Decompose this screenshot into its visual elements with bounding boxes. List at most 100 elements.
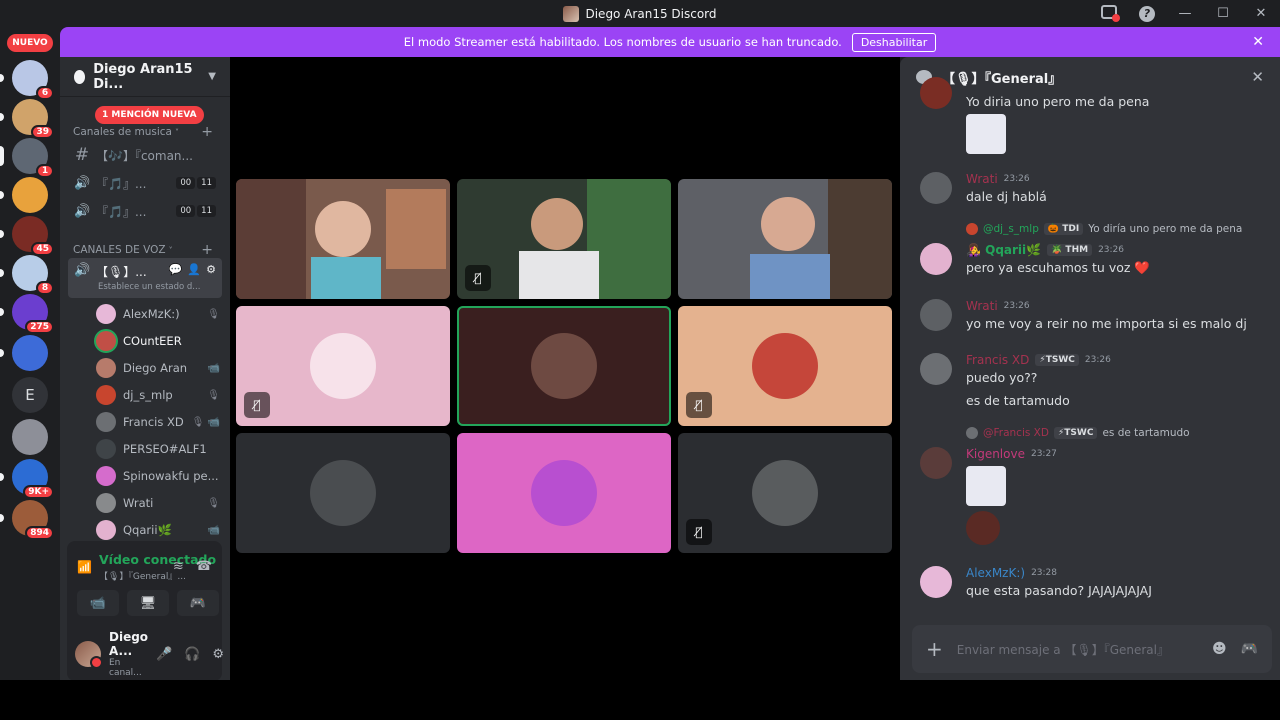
server-icon-11[interactable]: 9K+ [0,459,54,499]
avatar[interactable] [920,172,952,204]
avatar [96,385,116,405]
active-pip [0,146,4,166]
sticker-image[interactable] [966,114,1006,154]
add-channel-icon[interactable]: + [201,124,213,140]
video-tile-avatar-speaking[interactable] [457,306,671,426]
message-input[interactable]: Enviar mensaje a 【🎙】『General』 [957,641,1169,658]
server-icon-2[interactable]: 39 [0,99,54,139]
author-name[interactable]: Wrati [966,299,998,313]
emoji-icon[interactable]: ☻ [1212,641,1227,657]
user-info[interactable]: Diego A... En canal... [109,630,148,678]
microphone-icon[interactable]: 🎤 [156,647,172,662]
inbox-icon[interactable] [1090,4,1128,23]
avatar[interactable] [920,77,952,109]
server-badge: 275 [25,320,54,334]
minimize-button[interactable]: — [1166,6,1204,21]
author-name[interactable]: Francis XD [966,353,1029,367]
channel-voice-music-1[interactable]: 🔊 『🎵』... 00 11 [68,170,222,196]
user-panel: Diego A... En canal... 🎤 🎧 ⚙ [67,629,224,679]
voice-connection-panel: 📶 Vídeo conectado 【🎙】『General』... ≋ ☎ 📹 … [67,541,269,681]
member-row[interactable]: Francis XD 🎙 📹 [96,410,220,434]
member-row[interactable]: COuntEER [96,329,220,353]
headphones-icon[interactable]: 🎧 [184,647,200,662]
author-name[interactable]: Wrati [966,172,998,186]
gear-icon[interactable]: ⚙ [212,647,224,662]
gear-icon[interactable]: ⚙ [206,263,216,276]
server-icon-letter[interactable]: E [12,377,48,413]
disable-streamer-button[interactable]: Deshabilitar [851,32,937,52]
author-name[interactable]: Kigenlove [966,447,1025,461]
server-icon-12[interactable]: 894 [0,500,54,540]
chat-message-reply: @dj_s_mlp 🎃 TDI Yo diría uno pero me da … [920,223,1260,283]
discord-app: Diego Aran15 Discord ? — ☐ ✕ NUEVO 6 39 … [0,0,1280,720]
add-attachment-icon[interactable]: + [926,637,943,661]
reply-preview[interactable]: @dj_s_mlp 🎃 TDI Yo diría uno pero me da … [966,223,1242,235]
guild-header[interactable]: Diego Aran15 Di... ▼ [60,57,230,97]
member-name: Diego Aran [123,361,188,375]
member-row[interactable]: Spinowakfu pe... [96,464,220,488]
reply-author: @Francis XD [983,427,1049,439]
member-row[interactable]: Qqarii🌿 📹 [96,518,220,542]
author-name[interactable]: AlexMzK:) [966,566,1025,580]
member-name: Spinowakfu pe... [123,469,219,483]
member-row[interactable]: AlexMzK:) 🎙 [96,302,220,326]
channel-text-commands[interactable]: # 【🎶】『coman... [68,142,222,168]
video-tile-avatar[interactable]: 🎙̸ [236,306,450,426]
activity-button[interactable]: 🎮 [177,590,219,616]
timestamp: 23:28 [1031,568,1057,578]
server-icon-4[interactable] [0,177,48,213]
category-music[interactable]: Canales de musica ˅ + [73,124,213,140]
server-icon-6[interactable]: 8 [0,255,54,295]
avatar[interactable] [920,243,952,275]
member-row[interactable]: Wrati 🎙 [96,491,220,515]
help-icon[interactable]: ? [1128,5,1166,22]
server-badge: 6 [36,86,54,100]
chat-bubble-icon[interactable]: 💬 [169,263,183,276]
author-name[interactable]: 👩‍🎤 Qqarii🌿 [966,243,1041,257]
channel-voice-general[interactable]: 🔊 【🎙】... 💬 👤 ⚙ Establece un estado d... [68,258,222,298]
server-icon-3[interactable]: 1 [0,138,54,178]
voice-status-text[interactable]: Establece un estado d... [98,282,200,292]
game-controller-icon[interactable]: 🎮 [1241,641,1258,657]
screen-share-button[interactable]: 🖥 [127,590,169,616]
new-mention-pill[interactable]: 1 MENCIÓN NUEVA [95,106,204,124]
emoji-image[interactable] [966,511,1000,545]
close-button[interactable]: ✕ [1242,6,1280,21]
avatar[interactable] [920,566,952,598]
server-icon-5[interactable]: 45 [0,216,54,256]
video-tile-webcam[interactable] [678,179,892,299]
video-tile-webcam[interactable]: 🎙̸ [457,179,671,299]
member-row[interactable]: Diego Aran 📹 [96,356,220,380]
disconnect-icon[interactable]: ☎ [196,559,212,574]
video-tile-avatar[interactable] [457,433,671,553]
video-tile-avatar[interactable] [236,433,450,553]
category-voice[interactable]: CANALES DE VOZ ˅ + [73,242,213,258]
avatar[interactable] [75,641,103,669]
close-icon[interactable]: ✕ [1251,68,1264,86]
channel-voice-music-2[interactable]: 🔊 『🎵』... 00 11 [68,198,222,224]
video-tile-avatar[interactable]: 🎙̸ [678,433,892,553]
add-user-icon[interactable]: 👤 [187,263,201,276]
member-row[interactable]: PERSEO#ALF1 [96,437,220,461]
server-icon-10[interactable] [12,419,48,455]
server-icon-1[interactable]: 6 [0,60,54,100]
video-tile-avatar[interactable]: 🎙̸ [678,306,892,426]
noise-suppression-icon[interactable]: ≋ [173,559,184,574]
close-icon[interactable]: ✕ [1252,34,1264,50]
message-header: AlexMzK:) 23:28 [966,566,1260,580]
new-badge[interactable]: NUEVO [7,34,53,52]
maximize-button[interactable]: ☐ [1204,6,1242,21]
avatar[interactable] [920,447,952,479]
reply-preview[interactable]: @Francis XD ⚡TSWC es de tartamudo [966,427,1190,439]
camera-button[interactable]: 📹 [77,590,119,616]
category-label: Canales de musica [73,126,172,138]
avatar[interactable] [920,353,952,385]
avatar[interactable] [920,299,952,331]
add-channel-icon[interactable]: + [201,242,213,258]
sticker-image[interactable] [966,466,1006,506]
video-tile-webcam[interactable] [236,179,450,299]
mic-camera-icon: 🎙 📹 [191,416,220,428]
member-row[interactable]: dj_s_mlp 🎙 [96,383,220,407]
server-icon-7[interactable]: 275 [0,294,54,334]
server-icon-8[interactable] [0,335,48,371]
